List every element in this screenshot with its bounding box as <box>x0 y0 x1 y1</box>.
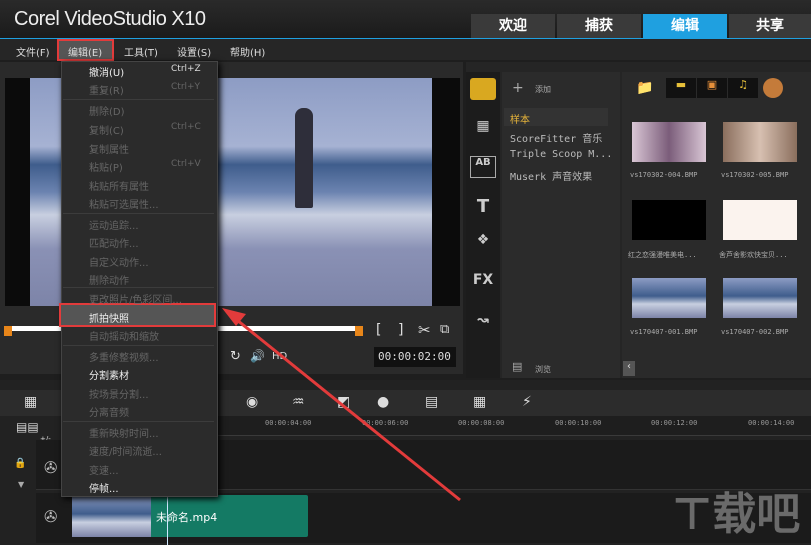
watermark-logo: ⊤载吧 <box>672 489 801 540</box>
annotation-arrow <box>222 308 461 502</box>
